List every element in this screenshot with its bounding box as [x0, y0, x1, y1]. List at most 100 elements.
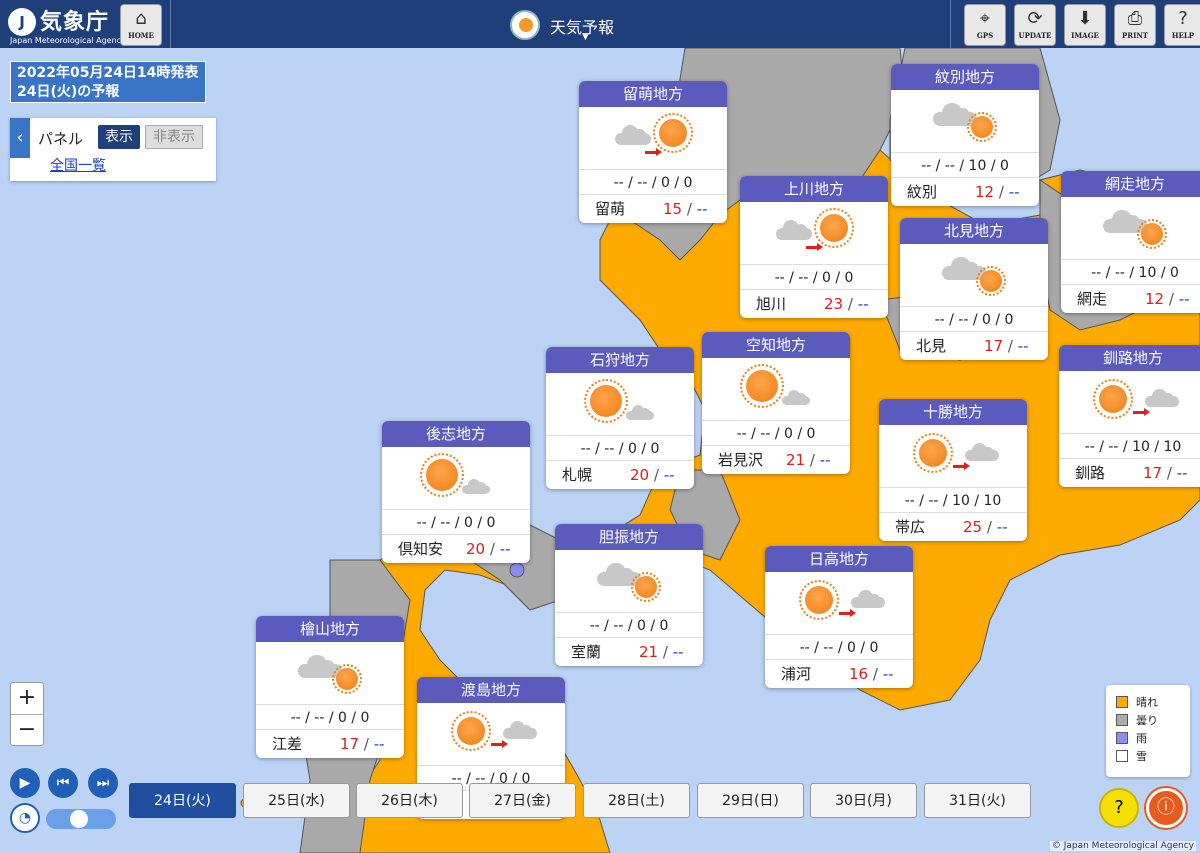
chevron-left-icon[interactable]: ‹ — [10, 118, 30, 158]
cloud-icon — [782, 388, 810, 405]
region-card[interactable]: 檜山地方 -- / -- / 0 / 0 江差 17 / -- — [256, 616, 404, 758]
panel-show-button[interactable]: 表示 — [98, 125, 140, 149]
day-tab[interactable]: 30日(月) — [810, 783, 917, 818]
max-temp: 17 — [340, 735, 360, 753]
print-button[interactable]: ⎙ PRINT — [1114, 4, 1156, 46]
max-temp: 21 — [639, 643, 659, 661]
cloud-icon — [1145, 387, 1179, 408]
sun-icon — [975, 265, 1007, 297]
min-temp: -- — [499, 540, 511, 558]
logo-name: 気象庁 — [40, 10, 110, 35]
temperature: 12 / -- — [975, 178, 1020, 206]
region-card[interactable]: 石狩地方 -- / -- / 0 / 0 札幌 20 / -- — [546, 347, 694, 489]
weather-icon — [740, 202, 888, 265]
then-arrow-icon — [645, 148, 662, 156]
temp-separator: / — [363, 735, 374, 753]
help-button[interactable]: ? HELP — [1164, 4, 1200, 46]
refresh-icon: ⟳ — [1027, 8, 1043, 29]
day-tab[interactable]: 26日(木) — [356, 783, 463, 818]
cloud-icon — [965, 441, 999, 462]
region-card[interactable]: 網走地方 -- / -- / 10 / 0 網走 12 / -- — [1061, 171, 1200, 313]
download-icon: ⬇ — [1077, 8, 1093, 29]
min-temp: -- — [373, 735, 385, 753]
image-button[interactable]: ⬇ IMAGE — [1064, 4, 1106, 46]
region-card[interactable]: 日高地方 -- / -- / 0 / 0 浦河 16 / -- — [765, 546, 913, 688]
info-book-button[interactable]: ⓘ — [1146, 788, 1186, 828]
region-card[interactable]: 留萌地方 -- / -- / 0 / 0 留萌 15 / -- — [579, 81, 727, 223]
update-button[interactable]: ⟳ UPDATE — [1014, 4, 1056, 46]
book-info-icon: ⓘ — [1157, 797, 1175, 818]
legend-swatch — [1116, 732, 1128, 744]
day-tab[interactable]: 27日(金) — [469, 783, 576, 818]
city-temperature-row: 網走 12 / -- — [1061, 285, 1200, 313]
max-temp: 21 — [786, 451, 806, 469]
play-button[interactable]: ▶ — [10, 768, 40, 798]
city-temperature-row: 留萌 15 / -- — [579, 195, 727, 223]
panel-hide-button[interactable]: 非表示 — [145, 125, 203, 149]
temp-separator: / — [1168, 290, 1179, 308]
max-temp: 15 — [663, 200, 683, 218]
city-name: 室蘭 — [571, 643, 602, 661]
opacity-slider[interactable] — [46, 809, 116, 829]
precip-probability: -- / -- / 10 / 10 — [879, 488, 1027, 513]
panel-control: ‹ パネル 表示 非表示 全国一覧 — [10, 118, 216, 181]
region-card[interactable]: 紋別地方 -- / -- / 10 / 0 紋別 12 / -- — [891, 64, 1039, 206]
city-name: 網走 — [1077, 290, 1108, 308]
day-tab[interactable]: 28日(土) — [583, 783, 690, 818]
weather-icon — [382, 447, 530, 510]
weather-icon — [555, 550, 703, 613]
gps-button[interactable]: ⌖ GPS — [964, 4, 1006, 46]
region-card[interactable]: 胆振地方 -- / -- / 0 / 0 室蘭 21 / -- — [555, 524, 703, 666]
precip-probability: -- / -- / 0 / 0 — [740, 265, 888, 290]
temperature: 23 / -- — [824, 290, 869, 318]
then-arrow-icon — [806, 243, 823, 251]
region-card[interactable]: 十勝地方 -- / -- / 10 / 10 帯広 25 / -- — [879, 399, 1027, 541]
region-card[interactable]: 後志地方 -- / -- / 0 / 0 倶知安 20 / -- — [382, 421, 530, 563]
region-name: 留萌地方 — [579, 81, 727, 107]
temp-separator: / — [872, 665, 883, 683]
temperature: 16 / -- — [849, 660, 894, 688]
min-temp: -- — [819, 451, 831, 469]
city-temperature-row: 浦河 16 / -- — [765, 660, 913, 688]
weather-icon — [879, 425, 1027, 488]
region-card[interactable]: 空知地方 -- / -- / 0 / 0 岩見沢 21 / -- — [702, 332, 850, 474]
crosshair-icon: ⌖ — [979, 8, 991, 29]
day-tab[interactable]: 29日(日) — [697, 783, 804, 818]
guide-button[interactable]: ? — [1099, 788, 1139, 828]
precip-probability: -- / -- / 0 / 0 — [555, 613, 703, 638]
zoom-in-button[interactable]: + — [11, 683, 43, 715]
region-name: 空知地方 — [702, 332, 850, 358]
cloud-icon — [851, 588, 885, 609]
cloud-icon — [776, 218, 812, 240]
first-frame-button[interactable]: ⏮ — [48, 768, 78, 798]
day-tab[interactable]: 24日(火) — [129, 783, 236, 818]
temperature: 17 / -- — [1143, 459, 1188, 487]
day-tab[interactable]: 25日(水) — [243, 783, 350, 818]
region-card[interactable]: 北見地方 -- / -- / 0 / 0 北見 17 / -- — [900, 218, 1048, 360]
region-card[interactable]: 上川地方 -- / -- / 0 / 0 旭川 23 / -- — [740, 176, 888, 318]
panel-label: パネル — [38, 130, 84, 148]
region-card[interactable]: 釧路地方 -- / -- / 10 / 10 釧路 17 / -- — [1059, 345, 1200, 487]
issue-datetime: 2022年05月24日14時発表 — [17, 65, 199, 81]
national-list-link[interactable]: 全国一覧 — [50, 155, 106, 175]
min-temp: -- — [663, 466, 675, 484]
speed-dial-button[interactable]: ◔ — [10, 803, 40, 833]
day-tab[interactable]: 31日(火) — [924, 783, 1031, 818]
max-temp: 12 — [975, 183, 995, 201]
last-frame-button[interactable]: ⏭ — [88, 768, 118, 798]
legend-swatch — [1116, 714, 1128, 726]
precip-probability: -- / -- / 0 / 0 — [900, 307, 1048, 332]
temp-separator: / — [998, 183, 1009, 201]
cloud-icon — [626, 403, 654, 420]
home-button[interactable]: ⌂ HOME — [120, 4, 162, 46]
map-legend: 晴れ 曇り 雨 雪 — [1106, 685, 1190, 777]
zoom-out-button[interactable]: − — [11, 715, 43, 746]
sun-icon — [653, 113, 693, 153]
max-temp: 25 — [963, 518, 983, 536]
weather-icon — [1061, 197, 1200, 260]
header-divider — [170, 0, 171, 48]
min-temp: -- — [1017, 337, 1029, 355]
sun-icon — [913, 433, 953, 473]
jma-logo[interactable]: J 気象庁 Japan Meteorological Agency — [6, 4, 126, 45]
city-temperature-row: 帯広 25 / -- — [879, 513, 1027, 541]
